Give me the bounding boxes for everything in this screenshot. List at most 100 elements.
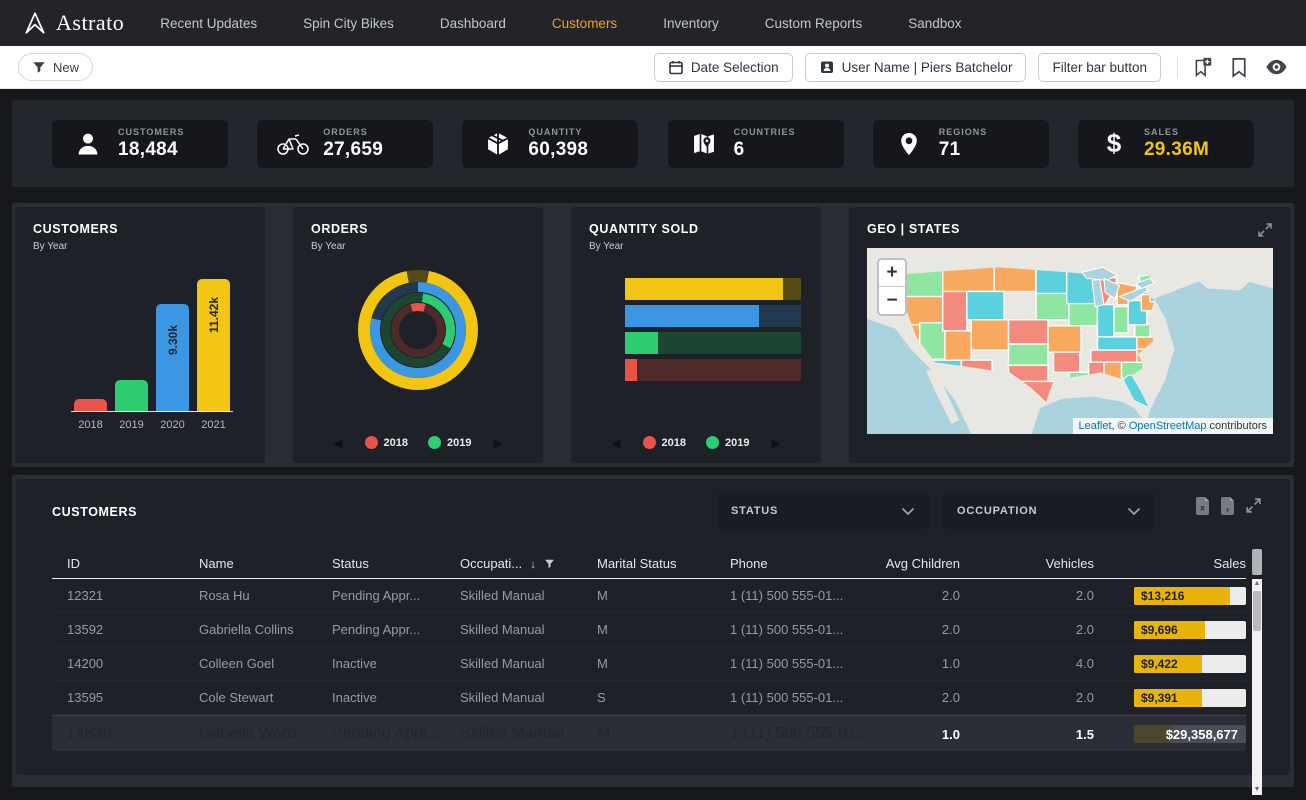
table-row[interactable]: 14200 Colleen Goel Inactive Skilled Manu… [52, 647, 1246, 681]
kpi-value: 60,398 [528, 139, 588, 161]
table-scrollbar[interactable]: ▲ ▼ [1252, 549, 1262, 795]
astrato-logo-icon [22, 10, 48, 36]
funnel-icon [32, 60, 46, 74]
customers-table: ID Name Status Occupati... ↓ Marital Sta… [52, 549, 1262, 751]
orders-legend: ◀ 2018 2019 ▶ [293, 436, 543, 449]
quantity-bars [625, 278, 801, 381]
kpi-quantity[interactable]: QUANTITY 60,398 [462, 120, 638, 168]
scrollbar-thumb[interactable] [1253, 591, 1261, 631]
scroll-down-icon[interactable]: ▼ [1254, 785, 1261, 795]
legend-item-2019[interactable]: 2019 [706, 436, 749, 449]
csv-export-icon[interactable]: , [1220, 497, 1235, 515]
date-selection-button[interactable]: Date Selection [654, 53, 793, 82]
bookmark-icon[interactable] [1229, 57, 1249, 78]
total-vehicles: 1.5 [970, 727, 1104, 742]
scrollbar-thumb[interactable] [1252, 549, 1262, 575]
bar-2021[interactable]: 11.42k [197, 279, 230, 411]
new-filter-button[interactable]: New [18, 53, 93, 81]
map-canvas[interactable]: + − Leaflet, © OpenStreetMap contributor… [867, 248, 1273, 434]
legend-item-2019[interactable]: 2019 [428, 436, 471, 449]
legend-item-2018[interactable]: 2018 [365, 436, 408, 449]
customers-table-panel: CUSTOMERS STATUS OCCUPATION x [16, 479, 1290, 775]
user-name-button[interactable]: User Name | Piers Batchelor [805, 53, 1027, 82]
nav-item-customers[interactable]: Customers [552, 16, 617, 31]
col-id[interactable]: ID [67, 556, 199, 571]
kpi-label: CUSTOMERS [118, 127, 184, 137]
legend-item-2018[interactable]: 2018 [643, 436, 686, 449]
kpi-countries[interactable]: COUNTRIES 6 [668, 120, 844, 168]
table-row[interactable]: 13592 Gabriella Collins Pending Appr... … [52, 613, 1246, 647]
bar-2019[interactable] [115, 380, 148, 411]
kpi-label: REGIONS [939, 127, 988, 137]
quantity-legend: ◀ 2018 2019 ▶ [571, 436, 821, 449]
bar-value-label: 9.30k [166, 325, 180, 355]
col-marital-status[interactable]: Marital Status [597, 556, 730, 571]
col-sales[interactable]: Sales [1104, 556, 1246, 571]
sort-desc-icon[interactable]: ↓ [530, 557, 536, 571]
nav-item-dashboard[interactable]: Dashboard [440, 16, 506, 31]
kpi-orders[interactable]: ORDERS 27,659 [257, 120, 433, 168]
quantity-sold-card: QUANTITY SOLD By Year ◀ 20182019 ▶ [571, 207, 821, 463]
legend-next-icon[interactable]: ▶ [771, 437, 780, 449]
status-dropdown[interactable]: STATUS [717, 493, 929, 529]
brand-name: Astrato [56, 10, 124, 36]
legend-dot [706, 436, 719, 449]
charts-band: CUSTOMERS By Year 9.30k11.42k 2018201920… [12, 203, 1294, 467]
col-phone[interactable]: Phone [730, 556, 880, 571]
qbar-2019[interactable] [625, 332, 801, 354]
expand-icon[interactable] [1245, 497, 1262, 514]
legend-dot [428, 436, 441, 449]
table-row[interactable]: 12321 Rosa Hu Pending Appr... Skilled Ma… [52, 579, 1246, 613]
kpi-regions[interactable]: REGIONS 71 [873, 120, 1049, 168]
legend-prev-icon[interactable]: ◀ [333, 437, 342, 449]
eye-icon[interactable] [1265, 57, 1288, 77]
zoom-out-button[interactable]: − [879, 287, 905, 314]
nav-item-spin-city-bikes[interactable]: Spin City Bikes [303, 16, 394, 31]
qbar-2021[interactable] [625, 278, 801, 300]
status-dropdown-label: STATUS [731, 505, 778, 517]
legend-prev-icon[interactable]: ◀ [611, 437, 620, 449]
legend-next-icon[interactable]: ▶ [493, 437, 502, 449]
legend-items: 2018 2019 [365, 436, 472, 449]
col-occupation[interactable]: Occupati... ↓ [460, 556, 597, 571]
total-sales: $29,358,677 [1104, 727, 1246, 742]
kpi-sales[interactable]: $ SALES 29.36M [1078, 120, 1254, 168]
orders-radial[interactable] [358, 270, 478, 390]
customers-x-axis: 2018201920202021 [71, 419, 247, 431]
sales-bar: $9,422 [1134, 655, 1246, 673]
nav-item-recent-updates[interactable]: Recent Updates [160, 16, 257, 31]
nav-item-sandbox[interactable]: Sandbox [908, 16, 961, 31]
table-row[interactable]: 13595 Cole Stewart Inactive Skilled Manu… [52, 681, 1246, 715]
excel-export-icon[interactable]: x [1195, 497, 1210, 515]
qbar-2020[interactable] [625, 305, 801, 327]
chart-title: ORDERS [311, 222, 525, 236]
package-icon [478, 130, 518, 158]
kpi-customers[interactable]: CUSTOMERS 18,484 [52, 120, 228, 168]
customers-bar-plot: 9.30k 11.42k [71, 278, 233, 412]
legend-dot [365, 436, 378, 449]
nav-item-custom-reports[interactable]: Custom Reports [765, 16, 863, 31]
col-vehicles[interactable]: Vehicles [970, 556, 1104, 571]
expand-icon[interactable] [1257, 222, 1273, 238]
leaflet-link[interactable]: Leaflet [1079, 420, 1112, 432]
zoom-in-button[interactable]: + [879, 260, 905, 287]
nav-item-inventory[interactable]: Inventory [663, 16, 719, 31]
qbar-2018[interactable] [625, 359, 801, 381]
osm-link[interactable]: OpenStreetMap [1129, 420, 1207, 432]
brand[interactable]: Astrato [22, 10, 124, 36]
col-avg-children[interactable]: Avg Children [880, 556, 970, 571]
occupation-dropdown[interactable]: OCCUPATION [943, 493, 1155, 529]
kpi-value: 18,484 [118, 139, 184, 161]
bookmark-add-icon[interactable] [1192, 57, 1213, 78]
customers-by-year-card: CUSTOMERS By Year 9.30k11.42k 2018201920… [15, 207, 265, 463]
bar-2020[interactable]: 9.30k [156, 304, 189, 411]
chart-subtitle: By Year [33, 241, 247, 252]
filter-bar-button[interactable]: Filter bar button [1038, 53, 1161, 82]
column-filter-icon[interactable] [544, 558, 555, 569]
map-zoom-control: + − [877, 258, 907, 316]
us-states-map [867, 248, 1273, 434]
col-name[interactable]: Name [199, 556, 332, 571]
bar-2018[interactable] [74, 399, 107, 411]
scroll-up-icon[interactable]: ▲ [1254, 579, 1261, 589]
col-status[interactable]: Status [332, 556, 460, 571]
